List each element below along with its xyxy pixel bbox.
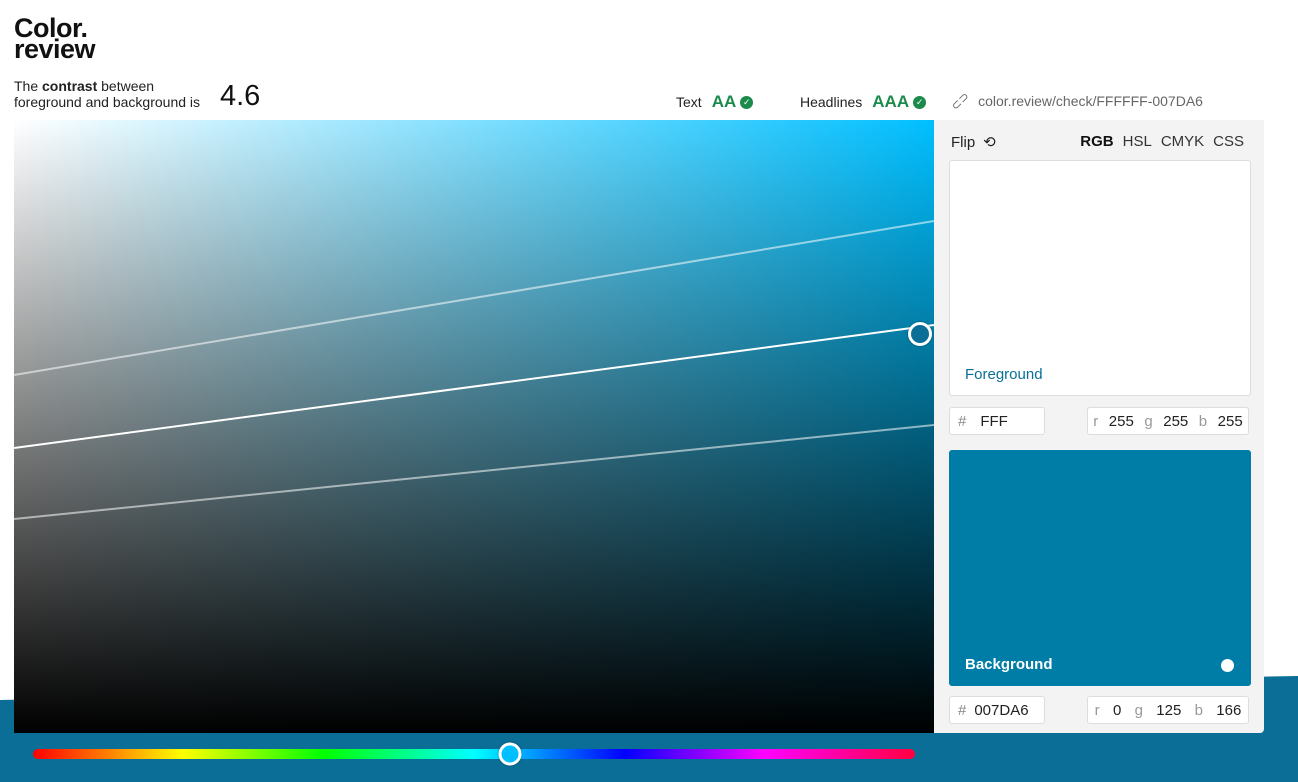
tab-cmyk[interactable]: CMYK <box>1161 133 1204 150</box>
check-icon: ✓ <box>740 95 754 109</box>
hash-symbol: # <box>958 412 967 430</box>
headlines-rating: Headlines AAA ✓ <box>800 92 927 112</box>
foreground-g-input[interactable]: 255 <box>1163 413 1188 430</box>
tab-css[interactable]: CSS <box>1213 133 1244 150</box>
tab-hsl[interactable]: HSL <box>1123 133 1152 150</box>
foreground-swatch[interactable]: Foreground <box>949 160 1251 396</box>
contrast-line-upper <box>14 220 934 376</box>
text-rating-label: Text <box>676 94 702 110</box>
link-icon: ⊂⊃ <box>947 88 973 114</box>
hue-slider-handle[interactable] <box>498 742 522 766</box>
headlines-rating-label: Headlines <box>800 94 863 110</box>
background-label: Background <box>965 656 1053 673</box>
check-icon: ✓ <box>913 95 927 109</box>
permalink[interactable]: ⊂⊃ color.review/check/FFFFFF-007DA6 <box>948 89 1203 113</box>
contrast-suffix: between <box>101 78 155 94</box>
flip-button[interactable]: Flip ⟲ <box>951 133 996 152</box>
contrast-prefix: The <box>14 78 39 94</box>
background-rgb-inputs: r 0 g 125 b 166 <box>1087 696 1249 724</box>
logo[interactable]: Color. review <box>14 15 96 64</box>
foreground-hex-input[interactable]: # FFF <box>949 407 1045 435</box>
background-b-input[interactable]: 166 <box>1216 702 1241 719</box>
hue-slider[interactable] <box>33 749 915 759</box>
g-label: g <box>1144 412 1153 430</box>
tab-rgb[interactable]: RGB <box>1080 133 1113 150</box>
foreground-r-input[interactable]: 255 <box>1109 413 1134 430</box>
logo-line-2: review <box>14 34 96 64</box>
background-r-input[interactable]: 0 <box>1113 702 1121 719</box>
contrast-lines <box>14 220 934 520</box>
b-label: b <box>1194 701 1203 719</box>
selected-indicator-icon <box>1221 659 1234 672</box>
foreground-label: Foreground <box>965 366 1043 383</box>
foreground-b-input[interactable]: 255 <box>1218 413 1243 430</box>
g-label: g <box>1134 701 1143 719</box>
text-rating: Text AA ✓ <box>676 92 754 112</box>
b-label: b <box>1198 412 1208 430</box>
contrast-ratio-value: 4.6 <box>220 80 261 112</box>
contrast-line-current <box>14 324 934 449</box>
headlines-rating-grade: AAA <box>872 92 910 111</box>
flip-label: Flip <box>951 133 976 151</box>
foreground-rgb-inputs: r 255 g 255 b 255 <box>1087 407 1249 435</box>
contrast-line-lower <box>14 424 934 520</box>
r-label: r <box>1094 701 1100 719</box>
refresh-icon: ⟲ <box>983 134 996 151</box>
foreground-hex-value[interactable]: FFF <box>980 413 1008 430</box>
hash-symbol: # <box>958 701 967 719</box>
color-mode-tabs: RGB HSL CMYK CSS <box>1080 133 1244 150</box>
contrast-line-2: foreground and background is <box>14 94 201 110</box>
permalink-url[interactable]: color.review/check/FFFFFF-007DA6 <box>978 93 1203 109</box>
contrast-bold: contrast <box>42 78 98 94</box>
background-g-input[interactable]: 125 <box>1156 702 1181 719</box>
contrast-description: The contrast between foreground and back… <box>14 78 200 110</box>
text-rating-grade: AA <box>711 92 737 111</box>
background-hex-value[interactable]: 007DA6 <box>974 702 1028 719</box>
background-swatch[interactable]: Background <box>949 450 1251 686</box>
background-hex-input[interactable]: # 007DA6 <box>949 696 1045 724</box>
color-panel: Flip ⟲ RGB HSL CMYK CSS Foreground # FFF… <box>934 120 1264 733</box>
color-picker-area[interactable] <box>14 120 934 733</box>
color-picker-handle[interactable] <box>908 322 932 346</box>
r-label: r <box>1093 412 1099 430</box>
